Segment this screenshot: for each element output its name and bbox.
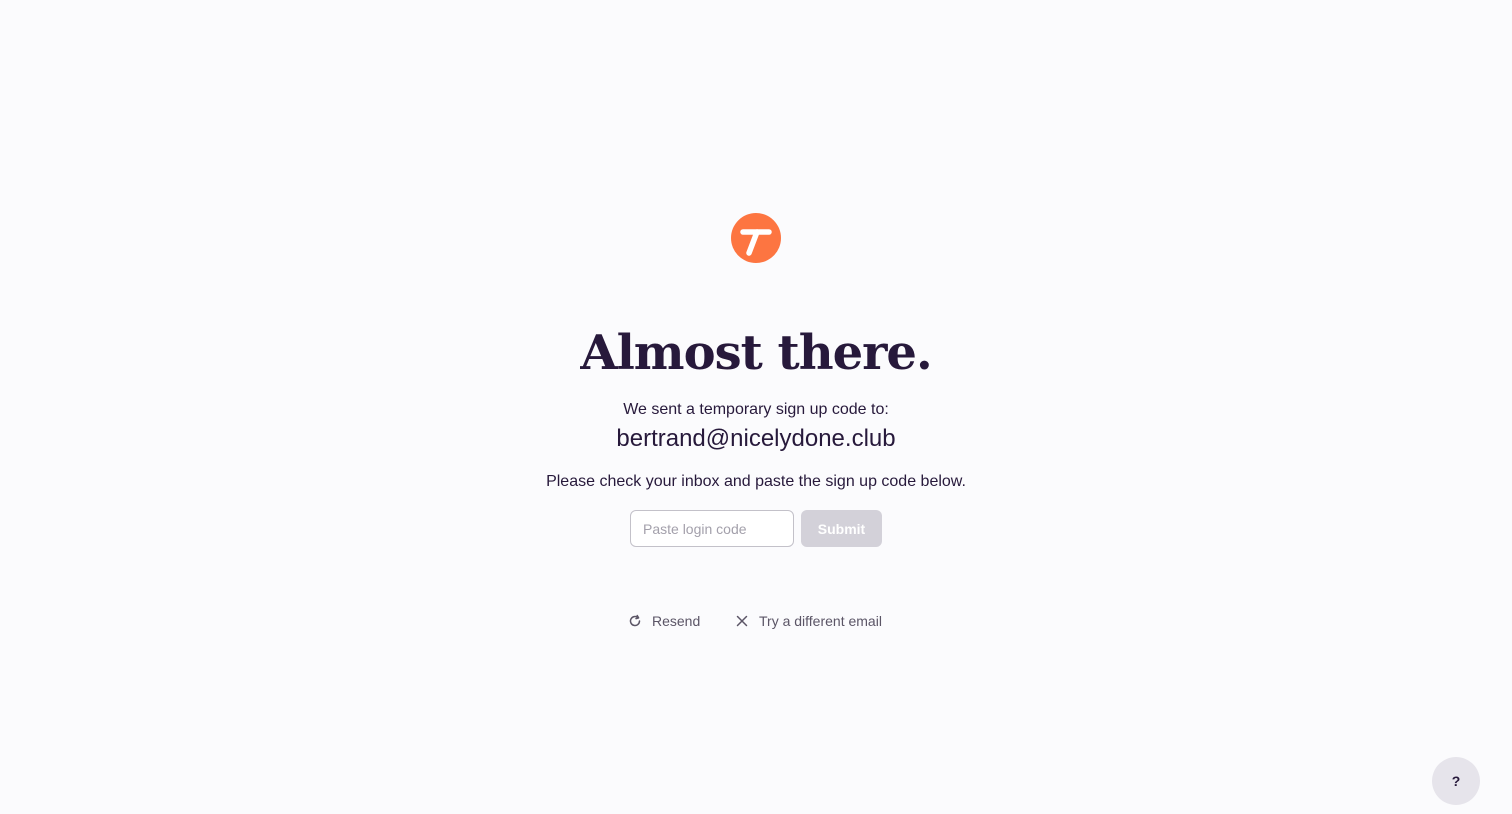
login-code-input[interactable] (630, 510, 794, 547)
instructions-text: Please check your inbox and paste the si… (546, 473, 966, 490)
close-icon (735, 614, 749, 628)
try-different-email-button[interactable]: Try a different email (735, 610, 882, 632)
email-address: bertrand@nicelydone.club (616, 425, 896, 452)
resend-label: Resend (652, 613, 701, 629)
resend-button[interactable]: Resend (628, 610, 700, 632)
try-different-email-label: Try a different email (759, 613, 882, 629)
help-button[interactable]: ? (1432, 757, 1480, 805)
signup-verification-page: Almost there. We sent a temporary sign u… (0, 0, 1512, 814)
submit-button[interactable]: Submit (801, 510, 882, 547)
page-title: Almost there. (580, 325, 932, 381)
refresh-icon (628, 614, 642, 628)
toggl-logo-icon (731, 213, 781, 263)
sent-code-text: We sent a temporary sign up code to: (623, 401, 889, 418)
help-label: ? (1451, 773, 1461, 789)
